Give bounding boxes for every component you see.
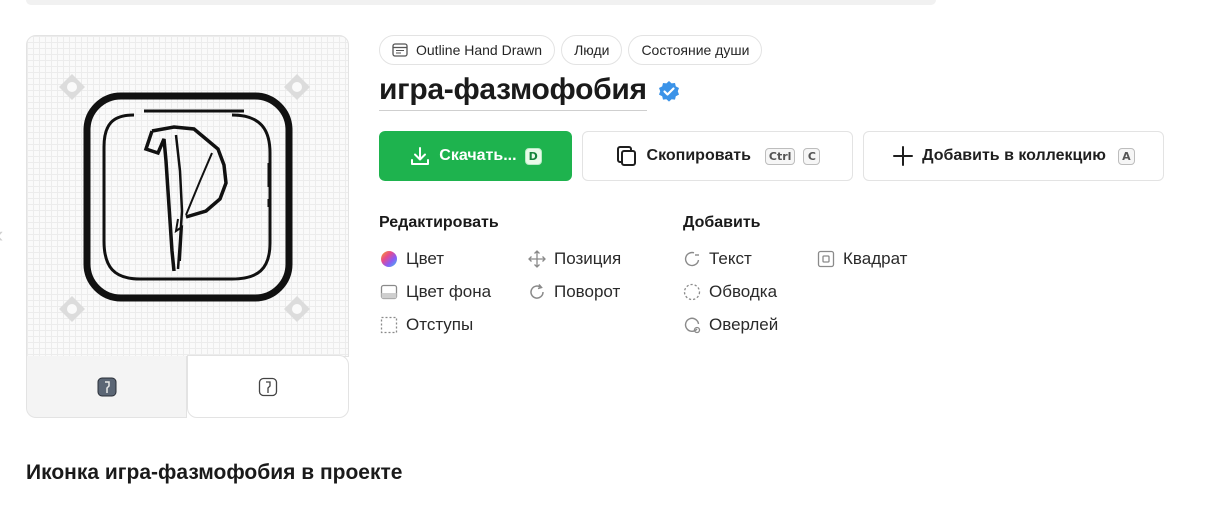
edit-padding-option[interactable]: Отступы — [380, 314, 473, 336]
option-label: Цвет — [406, 249, 445, 268]
copy-icon — [616, 146, 636, 166]
add-text-option[interactable]: Текст — [683, 248, 752, 270]
add-square-option[interactable]: Квадрат — [817, 248, 907, 270]
plus-icon — [893, 146, 914, 166]
verified-badge-icon — [658, 80, 679, 102]
option-label: Текст — [709, 249, 752, 268]
tag-style[interactable]: Outline Hand Drawn — [379, 35, 556, 65]
edit-color-option[interactable]: Цвет — [380, 248, 444, 270]
tag-label: Outline Hand Drawn — [416, 42, 543, 58]
option-label: Квадрат — [843, 249, 908, 268]
add-stroke-option[interactable]: Обводка — [683, 281, 777, 303]
square-icon — [817, 250, 835, 268]
add-heading: Добавить — [683, 214, 761, 231]
edit-heading: Редактировать — [379, 214, 499, 231]
page-title: игра-фазмофобия — [379, 72, 647, 111]
option-label: Цвет фона — [406, 282, 492, 301]
add-overlay-option[interactable]: Оверлей — [683, 314, 778, 336]
style-tab-outline[interactable] — [187, 355, 349, 418]
preview-canvas — [26, 35, 349, 357]
option-label: Позиция — [554, 249, 622, 268]
style-icon — [392, 43, 408, 57]
background-icon — [380, 284, 398, 300]
edit-position-option[interactable]: Позиция — [528, 248, 621, 270]
overlay-icon — [684, 317, 701, 334]
collection-shortcut: A — [1117, 147, 1135, 165]
phasmophobia-icon — [83, 92, 293, 302]
download-button[interactable]: Скачать... D — [379, 131, 572, 181]
outline-style-icon — [258, 377, 278, 396]
padding-icon — [380, 316, 398, 334]
option-label: Отступы — [406, 315, 474, 334]
top-bar — [26, 0, 936, 5]
move-arrows-icon — [528, 250, 546, 268]
prev-arrow-icon[interactable]: ‹ — [0, 222, 3, 248]
tag-label: Состояние души — [641, 42, 750, 58]
stroke-circle-icon — [683, 283, 701, 301]
copy-label: Скопировать — [646, 147, 751, 164]
collection-label: Добавить в коллекцию — [922, 147, 1106, 164]
in-project-heading: Иконка игра-фазмофобия в проекте — [26, 461, 403, 484]
rotate-icon — [530, 284, 544, 299]
option-label: Обводка — [709, 282, 778, 301]
color-wheel-icon — [381, 251, 397, 267]
download-label: Скачать... — [439, 147, 517, 164]
title-row: игра-фазмофобия — [379, 72, 681, 111]
copy-button[interactable]: Скопировать Ctrl C — [582, 131, 853, 181]
copy-shortcut: C — [803, 147, 821, 165]
option-label: Оверлей — [709, 315, 779, 334]
tag-people[interactable]: Люди — [561, 35, 623, 65]
option-label: Поворот — [554, 282, 621, 301]
tag-label: Люди — [574, 42, 610, 58]
filled-style-icon — [97, 377, 116, 396]
tag-list: Outline Hand Drawn Люди Состояние души — [379, 35, 763, 65]
copy-shortcut-mod: Ctrl — [764, 147, 796, 165]
text-badge-icon — [684, 251, 700, 267]
download-icon — [411, 147, 430, 165]
download-shortcut: D — [524, 147, 542, 165]
edit-rotate-option[interactable]: Поворот — [528, 281, 620, 303]
edit-background-option[interactable]: Цвет фона — [380, 281, 491, 303]
icon-preview — [26, 35, 349, 418]
add-to-collection-button[interactable]: Добавить в коллекцию A — [863, 131, 1164, 181]
style-tab-filled[interactable] — [26, 356, 187, 418]
tag-mood[interactable]: Состояние души — [628, 35, 763, 65]
